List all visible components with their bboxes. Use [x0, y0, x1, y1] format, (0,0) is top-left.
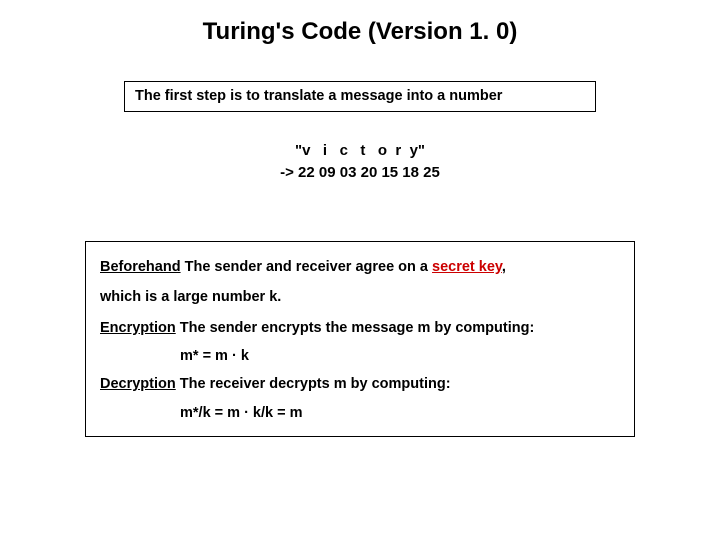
- encryption-formula: m* = m · k: [100, 343, 620, 369]
- decryption-formula: m*/k = m · k/k = m: [100, 400, 620, 426]
- decryption-text: The receiver decrypts m by computing:: [176, 376, 451, 392]
- beforehand-label: Beforehand: [100, 259, 181, 275]
- steps-box: Beforehand The sender and receiver agree…: [85, 241, 635, 437]
- beforehand-line1: Beforehand The sender and receiver agree…: [100, 252, 620, 282]
- decryption-label: Decryption: [100, 376, 176, 392]
- intro-box: The first step is to translate a message…: [124, 81, 596, 112]
- encoding-numbers: -> 22 09 03 20 15 18 25: [0, 162, 720, 185]
- beforehand-comma: ,: [502, 259, 506, 275]
- decryption-line: Decryption The receiver decrypts m by co…: [100, 369, 620, 399]
- intro-text: The first step is to translate a message…: [135, 88, 502, 104]
- encryption-line: Encryption The sender encrypts the messa…: [100, 313, 620, 343]
- secret-key-text: secret key: [432, 259, 502, 275]
- slide-title: Turing's Code (Version 1. 0): [0, 18, 720, 46]
- encoding-block: "v i c t o r y" -> 22 09 03 20 15 18 25: [0, 140, 720, 185]
- encoding-letters: "v i c t o r y": [0, 140, 720, 163]
- beforehand-text1: The sender and receiver agree on a: [181, 259, 432, 275]
- encryption-label: Encryption: [100, 320, 176, 336]
- beforehand-line2: which is a large number k.: [100, 282, 620, 312]
- encryption-text: The sender encrypts the message m by com…: [176, 320, 535, 336]
